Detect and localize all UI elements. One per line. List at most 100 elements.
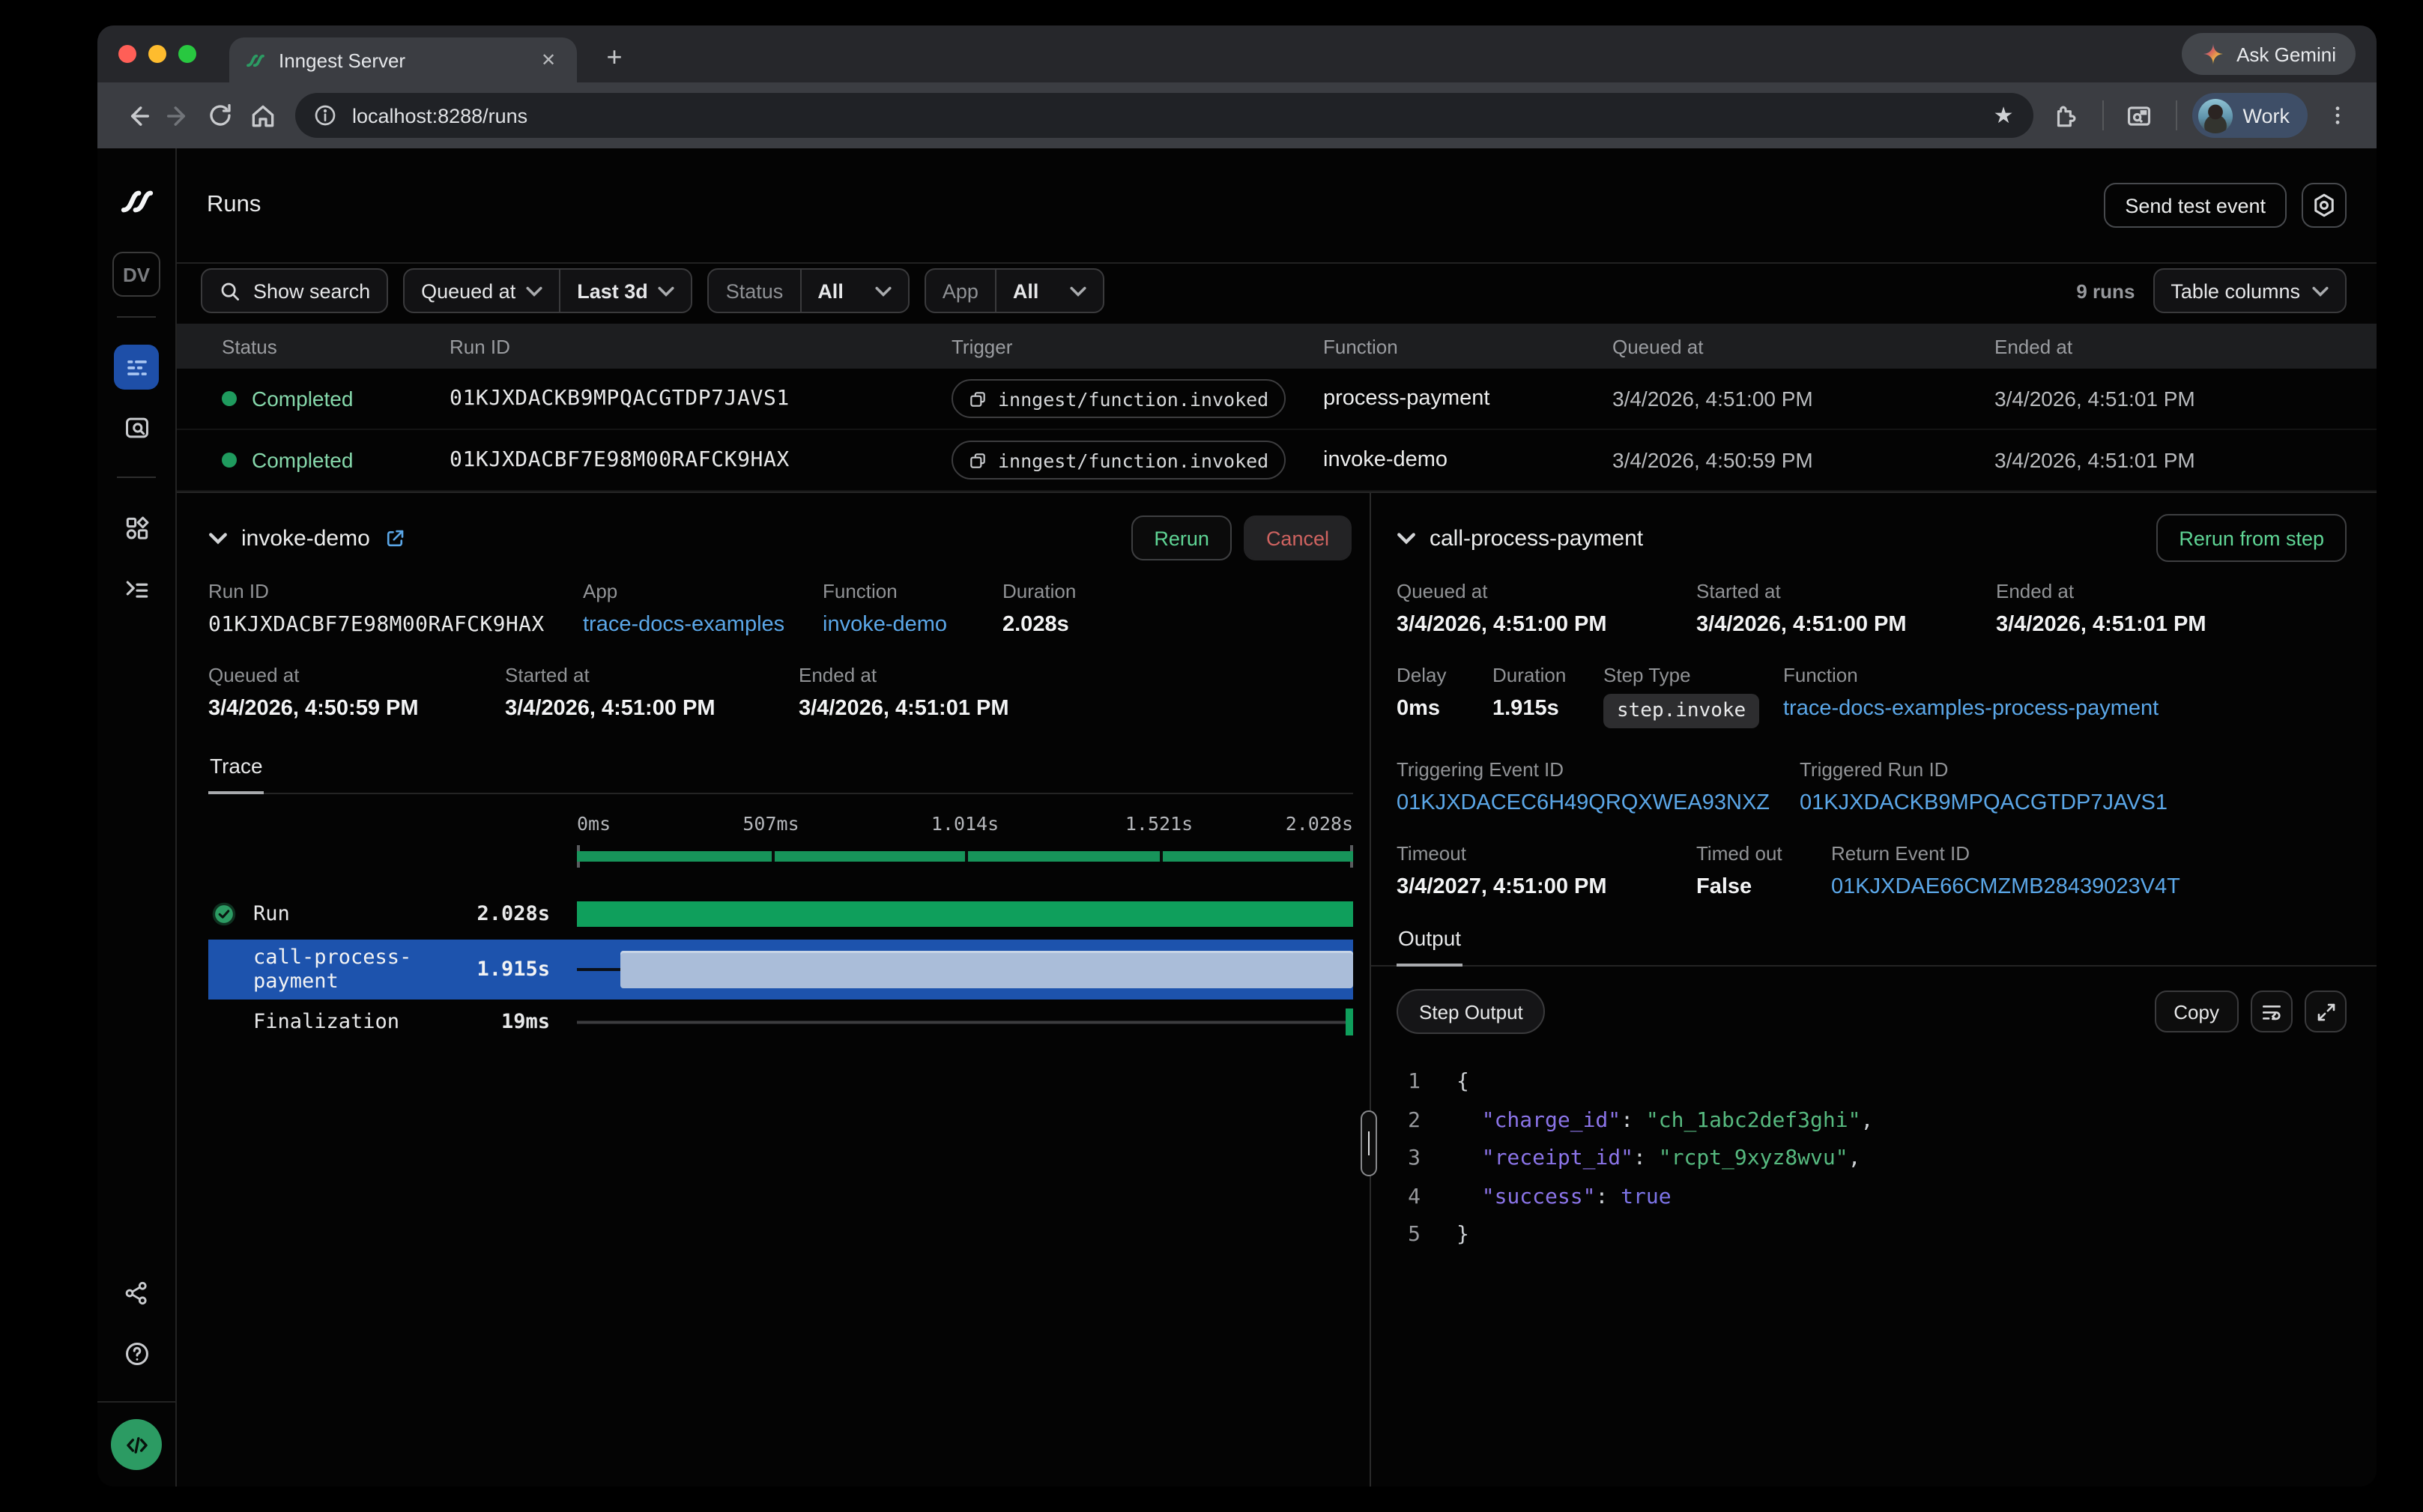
tab-output[interactable]: Output xyxy=(1397,926,1462,965)
trace-row-run[interactable]: Run 2.028s xyxy=(208,889,1353,940)
duration-value: 2.028s xyxy=(1002,613,1076,637)
ended-at-label: Ended at xyxy=(799,664,1009,686)
send-test-event-button[interactable]: Send test event xyxy=(2104,183,2287,228)
profile-chip[interactable]: Work xyxy=(2191,93,2308,138)
new-tab-button[interactable]: + xyxy=(595,37,634,76)
tab-close-icon[interactable]: ✕ xyxy=(535,46,562,73)
chevron-down-icon xyxy=(659,285,675,296)
tab-trace[interactable]: Trace xyxy=(208,754,264,793)
time-range-dropdown[interactable]: Last 3d xyxy=(559,270,692,312)
app-filter[interactable]: App All xyxy=(925,268,1105,313)
copy-button[interactable]: Copy xyxy=(2154,991,2239,1032)
step-function-label: Function xyxy=(1783,664,2159,686)
event-icon xyxy=(968,389,987,408)
table-row[interactable]: Completed 01KJXDACKB9MPQACGTDP7JAVS1 inn… xyxy=(177,369,2377,430)
rerun-from-step-button[interactable]: Rerun from step xyxy=(2156,514,2347,562)
triggered-run-id-link[interactable]: 01KJXDACKB9MPQACGTDP7JAVS1 xyxy=(1800,791,2168,815)
trigger-pill[interactable]: inngest/function.invoked xyxy=(952,441,1285,480)
trace-bar-step[interactable] xyxy=(620,951,1353,988)
settings-button[interactable] xyxy=(2302,183,2347,228)
run-detail-panel: invoke-demo Rerun Cancel Run ID xyxy=(177,493,1370,1487)
table-row[interactable]: Completed 01KJXDACBF7E98M00RAFCK9HAX inn… xyxy=(177,430,2377,492)
status-filter[interactable]: Status All xyxy=(708,268,910,313)
collapse-chevron-icon[interactable] xyxy=(208,531,228,545)
expand-button[interactable] xyxy=(2305,991,2347,1032)
browser-tab[interactable]: Inngest Server ✕ xyxy=(229,37,577,82)
chevron-down-icon xyxy=(1070,285,1086,296)
search-window-icon xyxy=(122,413,151,441)
side-panel-search-icon[interactable] xyxy=(2118,94,2160,136)
sidebar-footer xyxy=(97,1401,175,1487)
sidebar-item-share[interactable] xyxy=(114,1271,159,1316)
minimize-window-button[interactable] xyxy=(148,45,166,63)
collapse-chevron-icon[interactable] xyxy=(1397,531,1416,545)
chevron-down-icon xyxy=(526,285,542,296)
ask-gemini-button[interactable]: Ask Gemini xyxy=(2181,33,2356,75)
started-at-value: 3/4/2026, 4:51:00 PM xyxy=(505,697,778,721)
return-event-id-link[interactable]: 01KJXDAE66CMZMB28439023V4T xyxy=(1831,875,2180,899)
app-link[interactable]: trace-docs-examples xyxy=(583,613,784,637)
cancel-button[interactable]: Cancel xyxy=(1244,515,1352,560)
close-window-button[interactable] xyxy=(118,45,136,63)
code-line: 1{ xyxy=(1397,1064,2347,1102)
zoom-window-button[interactable] xyxy=(178,45,196,63)
toolbar-divider-2 xyxy=(2175,100,2177,130)
trace-minimap[interactable] xyxy=(577,845,1353,868)
inngest-app: DV xyxy=(97,148,2377,1487)
status-filter-label-seg: Status xyxy=(710,270,800,312)
queued-at-cell: 3/4/2026, 4:51:00 PM xyxy=(1612,387,1994,411)
step-detail-panel: call-process-payment Rerun from step Que… xyxy=(1370,493,2377,1487)
trace-row-step-selected[interactable]: call-process-payment 1.915s xyxy=(208,940,1353,1000)
trace-bar-finalization[interactable] xyxy=(1346,1008,1353,1035)
external-link-icon[interactable] xyxy=(384,527,406,549)
step-output-pill[interactable]: Step Output xyxy=(1397,989,1546,1034)
dev-tools-button[interactable] xyxy=(111,1419,162,1470)
back-icon[interactable] xyxy=(115,94,157,136)
env-badge[interactable]: DV xyxy=(112,252,160,297)
step-function-link[interactable]: trace-docs-examples-process-payment xyxy=(1783,697,2159,721)
home-icon[interactable] xyxy=(241,94,283,136)
tab-title: Inngest Server xyxy=(279,49,523,71)
show-search-button[interactable]: Show search xyxy=(201,268,388,313)
word-wrap-button[interactable] xyxy=(2251,991,2293,1032)
ask-gemini-label: Ask Gemini xyxy=(2236,43,2336,65)
sidebar-item-terminal[interactable] xyxy=(114,565,159,610)
app-filter-value-seg[interactable]: All xyxy=(995,270,1104,312)
show-search-label: Show search xyxy=(253,279,370,302)
table-columns-button[interactable]: Table columns xyxy=(2153,268,2347,313)
status-filter-value-seg[interactable]: All xyxy=(799,270,908,312)
sidebar-item-events[interactable] xyxy=(114,405,159,450)
trigger-pill[interactable]: inngest/function.invoked xyxy=(952,379,1285,418)
bookmark-star-icon[interactable]: ★ xyxy=(1994,102,2026,129)
reload-icon[interactable] xyxy=(199,94,241,136)
trigger-label: inngest/function.invoked xyxy=(998,387,1268,410)
sidebar-item-help[interactable] xyxy=(114,1331,159,1376)
function-cell: invoke-demo xyxy=(1323,448,1612,472)
status-dot xyxy=(222,391,237,406)
rerun-button[interactable]: Rerun xyxy=(1131,515,1232,560)
code-token xyxy=(1456,1140,1482,1179)
url-bar[interactable]: localhost:8288/runs ★ xyxy=(295,93,2033,138)
col-queued-at: Queued at xyxy=(1612,335,1994,357)
forward-icon[interactable] xyxy=(157,94,199,136)
step-output-code[interactable]: 1{2 "charge_id": "ch_1abc2def3ghi",3 "re… xyxy=(1397,1064,2347,1255)
app-filter-label: App xyxy=(943,279,978,302)
panel-resize-handle[interactable] xyxy=(1361,1110,1377,1176)
trigger-label: inngest/function.invoked xyxy=(998,449,1268,471)
function-link[interactable]: invoke-demo xyxy=(823,613,947,637)
trace-bar-run[interactable] xyxy=(577,901,1353,927)
triggering-event-id-link[interactable]: 01KJXDACEC6H49QRQXWEA93NXZ xyxy=(1397,791,1770,815)
col-run-id: Run ID xyxy=(450,335,952,357)
timeout-label: Timeout xyxy=(1397,842,1675,865)
share-icon xyxy=(123,1280,150,1307)
sidebar-item-runs[interactable] xyxy=(114,345,159,390)
code-line: 3 "receipt_id": "rcpt_9xyz8wvu", xyxy=(1397,1140,2347,1179)
trace-row-finalization[interactable]: Finalization 19ms xyxy=(208,1000,1353,1044)
site-info-icon[interactable] xyxy=(313,103,337,127)
sidebar-item-apps[interactable] xyxy=(114,505,159,550)
menu-kebab-icon[interactable] xyxy=(2317,94,2359,136)
browser-toolbar: localhost:8288/runs ★ Work xyxy=(97,82,2377,148)
time-field-dropdown[interactable]: Queued at xyxy=(405,270,559,312)
step-queued-label: Queued at xyxy=(1397,580,1675,602)
extensions-icon[interactable] xyxy=(2045,94,2087,136)
